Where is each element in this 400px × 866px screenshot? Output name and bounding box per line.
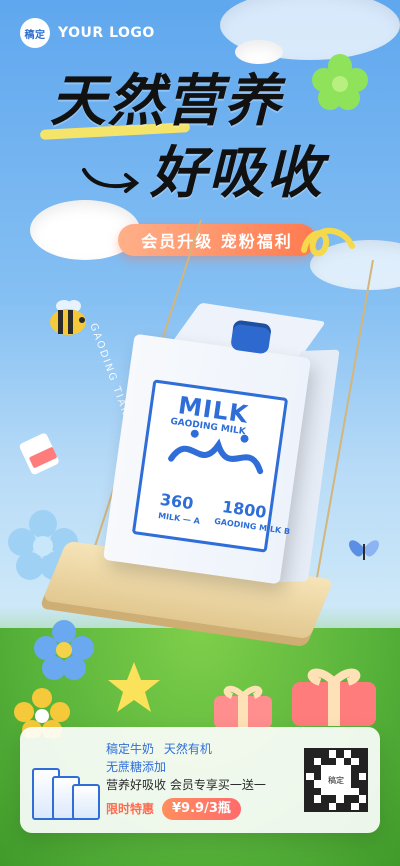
star-icon — [108, 662, 160, 712]
carton-cap — [230, 319, 272, 355]
poster: 稿定 YOUR LOGO 天然营养 好吸收 会员升级 宠粉福利 GAODING … — [0, 0, 400, 866]
bee-icon — [50, 300, 86, 335]
gift-box-icon-1 — [214, 685, 272, 728]
limited-offer-label: 限时特惠 — [106, 802, 155, 816]
yellow-curl-icon — [301, 228, 355, 257]
qr-code[interactable]: 稿定 — [304, 748, 368, 812]
green-flower-icon — [312, 54, 368, 110]
blue-flower-icon-2 — [34, 620, 94, 680]
price-tag[interactable]: ¥9.9/3瓶 — [162, 798, 241, 820]
product-feature-3: 营养好吸收 会员专享买一送一 — [106, 778, 266, 792]
info-line-1: 稿定牛奶 天然有机 — [106, 740, 294, 758]
arrow-icon — [82, 168, 140, 193]
product-feature-2: 无蔗糖添加 — [106, 760, 167, 774]
brand-logo: 稿定 YOUR LOGO — [20, 18, 155, 48]
butterfly-icon — [349, 540, 379, 560]
headline-line-2: 好吸收 — [150, 141, 324, 206]
product-info-card: 稿定牛奶 天然有机 无蔗糖添加 营养好吸收 会员专享买一送一 限时特惠 ¥9.9… — [20, 727, 380, 833]
gift-box-icon-2 — [292, 668, 376, 726]
qr-center-label: 稿定 — [321, 765, 351, 795]
product-info: 稿定牛奶 天然有机 无蔗糖添加 营养好吸收 会员专享买一送一 限时特惠 ¥9.9… — [106, 740, 294, 820]
ticket-icon — [19, 433, 59, 475]
logo-text: YOUR LOGO — [58, 25, 155, 41]
product-carton-3 — [72, 784, 100, 820]
headline-line-1: 天然营养 — [50, 69, 282, 134]
product-feature-1: 天然有机 — [163, 742, 212, 756]
promo-pill: 会员升级 宠粉福利 — [118, 224, 316, 256]
product-name: 稿定牛奶 — [106, 742, 155, 756]
logo-badge: 稿定 — [20, 18, 50, 48]
price-bar: 限时特惠 ¥9.9/3瓶 — [106, 798, 294, 820]
product-thumbnail — [32, 740, 100, 820]
cloud-small — [235, 40, 283, 64]
